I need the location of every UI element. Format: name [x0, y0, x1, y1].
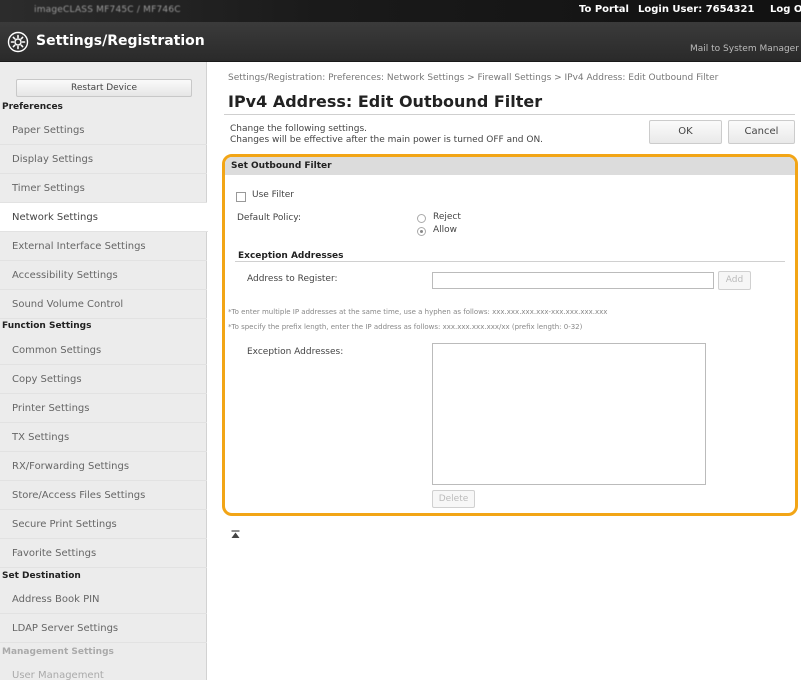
scroll-to-top-icon[interactable]	[231, 530, 240, 539]
logout-link[interactable]: Log Out	[770, 4, 801, 15]
sidebar-item-common-settings[interactable]: Common Settings	[0, 336, 207, 365]
app-title: Settings/Registration	[36, 33, 205, 49]
sidebar-item-ldap-server-settings[interactable]: LDAP Server Settings	[0, 614, 207, 643]
prefix-note: *To specify the prefix length, enter the…	[228, 323, 583, 331]
section-divider	[235, 261, 785, 262]
sidebar-item-printer-settings[interactable]: Printer Settings	[0, 394, 207, 423]
sidebar-item-tx-settings[interactable]: TX Settings	[0, 423, 207, 452]
cancel-button[interactable]: Cancel	[728, 120, 795, 144]
reject-radio[interactable]	[417, 214, 426, 223]
panel-heading: Set Outbound Filter	[225, 157, 795, 175]
instruction-text: Change the following settings.	[230, 124, 368, 134]
to-portal-link[interactable]: To Portal	[579, 4, 629, 15]
settings-gear-icon	[7, 31, 29, 53]
use-filter-label: Use Filter	[252, 190, 294, 200]
allow-label: Allow	[433, 225, 458, 235]
page-title: IPv4 Address: Edit Outbound Filter	[228, 92, 543, 111]
exception-addresses-list[interactable]	[432, 343, 706, 485]
sidebar-item-accessibility-settings[interactable]: Accessibility Settings	[0, 261, 207, 290]
address-to-register-input[interactable]	[432, 272, 714, 289]
sidebar-item-timer-settings[interactable]: Timer Settings	[0, 174, 207, 203]
mail-to-system-manager-link[interactable]: Mail to System Manager	[690, 44, 799, 54]
power-notice-text: Changes will be effective after the main…	[230, 135, 544, 145]
sidebar-item-address-book-pin[interactable]: Address Book PIN	[0, 585, 207, 614]
ok-button[interactable]: OK	[649, 120, 722, 144]
sidebar-item-external-interface-settings[interactable]: External Interface Settings	[0, 232, 207, 261]
default-policy-label: Default Policy:	[237, 213, 302, 223]
app-header: Settings/Registration Mail to System Man…	[0, 22, 801, 62]
address-to-register-label: Address to Register:	[247, 274, 338, 284]
sidebar-item-user-management[interactable]: User Management	[0, 661, 207, 680]
login-user-label: Login User: 7654321	[638, 4, 755, 15]
sidebar-section-preferences: Preferences	[2, 102, 63, 112]
sidebar-item-rx-forwarding-settings[interactable]: RX/Forwarding Settings	[0, 452, 207, 481]
delete-button[interactable]: Delete	[432, 490, 475, 508]
title-divider	[224, 114, 795, 115]
sidebar-item-sound-volume-control[interactable]: Sound Volume Control	[0, 290, 207, 319]
sidebar-section-function-settings: Function Settings	[2, 321, 92, 331]
restart-device-button[interactable]: Restart Device	[16, 79, 192, 97]
breadcrumb: Settings/Registration: Preferences: Netw…	[228, 73, 719, 83]
add-button[interactable]: Add	[718, 271, 751, 290]
sidebar-section-management-settings: Management Settings	[2, 647, 114, 657]
use-filter-checkbox[interactable]	[236, 192, 246, 202]
allow-radio[interactable]	[417, 227, 426, 236]
sidebar-item-favorite-settings[interactable]: Favorite Settings	[0, 539, 207, 568]
sidebar-item-display-settings[interactable]: Display Settings	[0, 145, 207, 174]
sidebar-item-paper-settings[interactable]: Paper Settings	[0, 116, 207, 145]
reject-label: Reject	[433, 212, 461, 222]
sidebar-item-network-settings[interactable]: Network Settings	[0, 203, 208, 232]
sidebar-item-secure-print-settings[interactable]: Secure Print Settings	[0, 510, 207, 539]
sidebar-section-set-destination: Set Destination	[2, 571, 81, 581]
hyphen-note: *To enter multiple IP addresses at the s…	[228, 308, 608, 316]
sidebar-item-copy-settings[interactable]: Copy Settings	[0, 365, 207, 394]
top-bar: imageCLASS MF745C / MF746C To Portal Log…	[0, 0, 801, 22]
exception-addresses-label: Exception Addresses:	[247, 347, 344, 357]
outbound-filter-panel: Set Outbound Filter Use Filter Default P…	[222, 154, 798, 516]
sidebar: Restart Device Preferences Paper Setting…	[0, 62, 208, 680]
device-name: imageCLASS MF745C / MF746C	[34, 5, 181, 15]
exception-addresses-heading: Exception Addresses	[238, 251, 344, 261]
sidebar-item-store-access-files-settings[interactable]: Store/Access Files Settings	[0, 481, 207, 510]
